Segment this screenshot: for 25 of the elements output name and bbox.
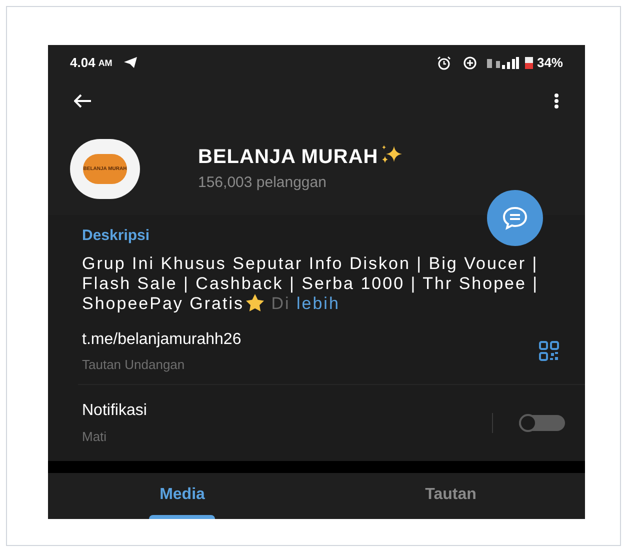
notifications-toggle[interactable] xyxy=(519,415,565,431)
description-text: Grup Ini Khusus Seputar Info Diskon | Big Voucer | Flash Sale | Cashback | Serba 1000 | Thr Shopee | ShopeePay Gratis Di lebih xyxy=(82,254,540,314)
signal-icon xyxy=(486,56,519,68)
back-arrow-icon[interactable] xyxy=(74,94,92,108)
status-time: 4.04 xyxy=(70,54,96,72)
alarm-clock-icon xyxy=(436,56,451,70)
star-icon xyxy=(244,294,265,312)
more-options-icon[interactable] xyxy=(554,93,559,109)
invite-link[interactable]: t.me/belanjamurahh26 xyxy=(82,328,242,352)
tab[interactable]: Media xyxy=(48,473,316,519)
notifications-status: Mati xyxy=(82,428,108,446)
invite-link-caption: Tautan Undangan xyxy=(82,356,186,374)
more-link[interactable]: lebih xyxy=(296,294,340,312)
notifications-label: Notifikasi xyxy=(82,401,147,422)
paper-plane-icon xyxy=(124,57,138,68)
plus-circle-icon xyxy=(462,56,477,70)
subscriber-count: 156,003 pelanggan xyxy=(198,173,328,194)
status-meridiem: AM xyxy=(98,56,112,70)
tab[interactable]: Tautan xyxy=(316,473,585,519)
channel-name: BELANJA MURAH xyxy=(198,145,378,170)
battery-icon xyxy=(524,56,533,68)
battery-percentage: 34% xyxy=(536,54,563,72)
qr-code-icon[interactable] xyxy=(539,340,559,361)
description-heading: Deskripsi xyxy=(82,226,151,246)
chat-bubble-icon xyxy=(502,206,528,230)
